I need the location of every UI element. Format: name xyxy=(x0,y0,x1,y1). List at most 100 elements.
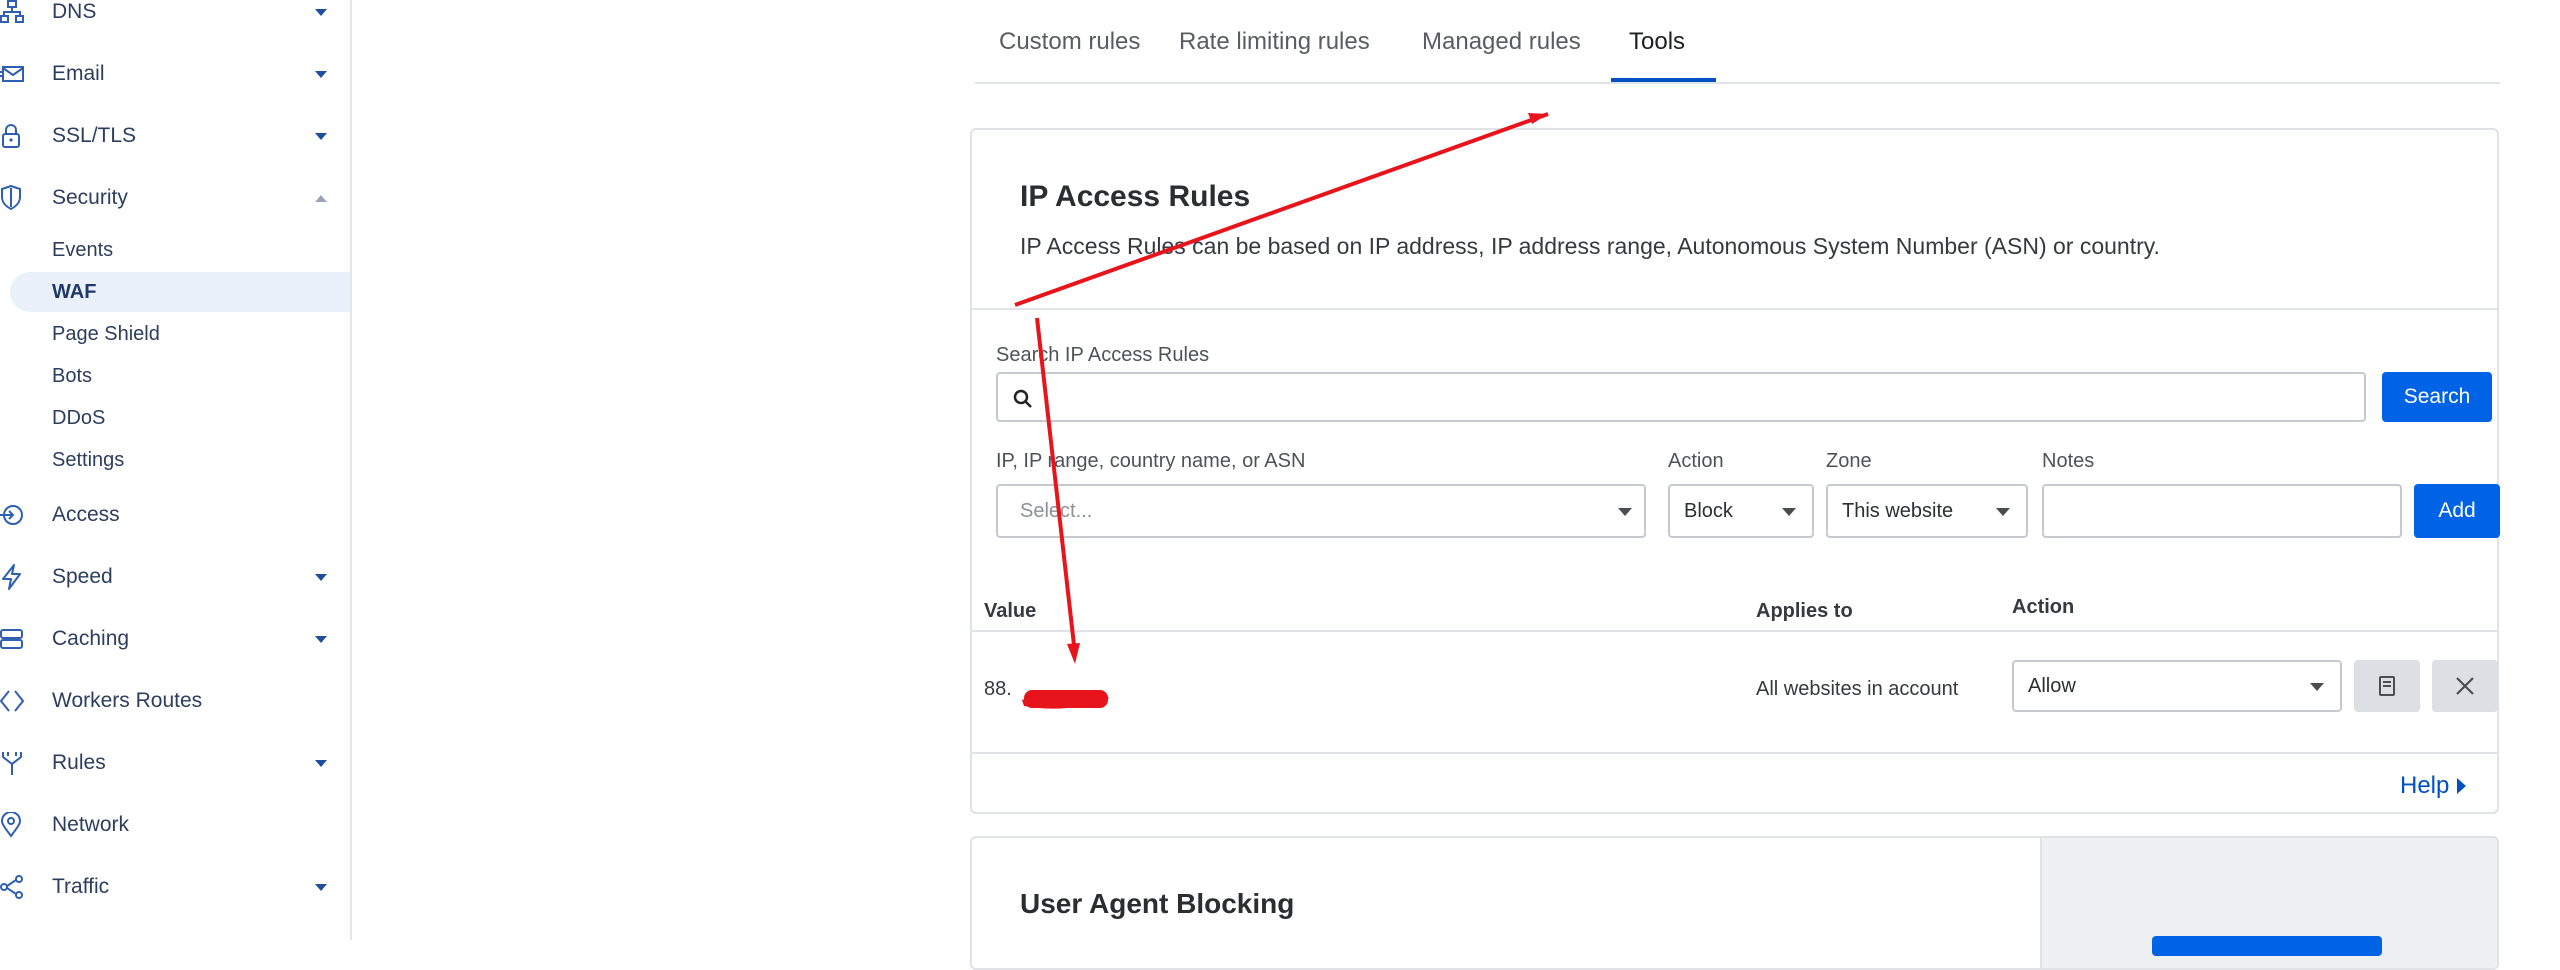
divider xyxy=(972,752,2497,754)
sidebar-subitem-label: Events xyxy=(52,238,114,261)
rules-icon xyxy=(0,750,24,776)
network-icon xyxy=(0,0,24,25)
sidebar-item-label: DNS xyxy=(52,0,97,23)
note-icon xyxy=(2379,676,2395,696)
sidebar-item-label: Workers Routes xyxy=(52,689,203,712)
sidebar-item-label: Network xyxy=(52,813,130,836)
sidebar-item-ssl-tls[interactable]: SSL/TLS xyxy=(0,106,350,166)
sidebar-subitem-label: WAF xyxy=(52,280,97,303)
add-button[interactable]: Add xyxy=(2414,484,2500,538)
sidebar-item-label: Traffic xyxy=(52,875,110,898)
sidebar-item-email[interactable]: Email xyxy=(0,44,350,104)
action-select-value: Block xyxy=(1684,500,1733,522)
search-label: Search IP Access Rules xyxy=(996,344,1210,366)
tab-tools[interactable]: Tools xyxy=(1629,28,1685,56)
waf-tabs: Custom rules Rate limiting rules Managed… xyxy=(975,0,2500,84)
divider xyxy=(972,630,2497,632)
caret-right-icon xyxy=(2457,778,2467,794)
tab-custom-rules[interactable]: Custom rules xyxy=(999,28,1140,56)
sidebar-subitem-page-shield[interactable]: Page Shield xyxy=(0,314,350,354)
chevron-down-icon xyxy=(315,132,327,140)
sidebar-subitem-ddos[interactable]: DDoS xyxy=(0,398,350,438)
chevron-down-icon xyxy=(2310,683,2324,691)
action-select[interactable]: Block xyxy=(1668,484,1814,538)
zone-select-value: This website xyxy=(1842,500,1954,522)
sidebar-item-security[interactable]: Security xyxy=(0,168,350,228)
sidebar-subitem-events[interactable]: Events xyxy=(0,230,350,270)
sidebar-item-label: Security xyxy=(52,186,128,209)
value-select[interactable]: Select... xyxy=(996,484,1646,538)
notes-field-label: Notes xyxy=(2042,450,2095,472)
chevron-up-icon xyxy=(315,194,327,202)
chevron-down-icon xyxy=(1782,508,1796,516)
sidebar-subitem-label: Bots xyxy=(52,364,93,387)
sidebar-item-label: Rules xyxy=(52,751,106,774)
chevron-down-icon xyxy=(315,70,327,78)
card-side-panel xyxy=(2040,838,2497,968)
sidebar-item-dns[interactable]: DNS xyxy=(0,0,350,42)
rule-value-text: 88. xyxy=(984,678,1012,700)
create-blocking-rule-button[interactable] xyxy=(2152,936,2382,956)
search-button[interactable]: Search xyxy=(2382,372,2492,422)
sidebar-item-rules[interactable]: Rules xyxy=(0,733,350,793)
column-header-value: Value xyxy=(984,600,1037,622)
card-title: IP Access Rules xyxy=(1020,180,1251,213)
column-header-action: Action xyxy=(2012,596,2075,618)
sidebar-item-label: Access xyxy=(52,503,120,526)
search-icon xyxy=(1013,389,1032,408)
rule-action-select[interactable]: Allow xyxy=(2012,660,2342,712)
sidebar-subitem-label: DDoS xyxy=(52,406,106,429)
traffic-icon xyxy=(0,874,24,900)
help-link[interactable]: Help xyxy=(2400,772,2467,800)
value-field-label: IP, IP range, country name, or ASN xyxy=(996,450,1306,472)
sidebar-item-workers-routes[interactable]: Workers Routes xyxy=(0,671,350,731)
column-header-applies-to: Applies to xyxy=(1756,600,1853,622)
user-agent-blocking-card: User Agent Blocking xyxy=(970,836,2499,970)
close-icon xyxy=(2456,677,2474,695)
sidebar-item-caching[interactable]: Caching xyxy=(0,609,350,669)
sidebar-item-access[interactable]: Access xyxy=(0,485,350,545)
chevron-down-icon xyxy=(315,635,327,643)
lightning-icon xyxy=(0,564,24,590)
tab-rate-limiting-rules[interactable]: Rate limiting rules xyxy=(1179,28,1370,56)
workers-icon xyxy=(0,688,24,714)
rule-action-value: Allow xyxy=(2028,675,2076,697)
rule-value: 88. xyxy=(984,678,1012,701)
access-icon xyxy=(0,502,24,528)
sidebar-item-speed[interactable]: Speed xyxy=(0,547,350,607)
sidebar-item-label: Caching xyxy=(52,627,130,650)
delete-rule-button[interactable] xyxy=(2432,660,2498,712)
annotation-arrowhead xyxy=(1528,113,1548,124)
sidebar-item-label: SSL/TLS xyxy=(52,124,137,147)
sidebar-subitem-label: Settings xyxy=(52,448,125,471)
active-tab-indicator xyxy=(1611,78,1716,82)
sidebar-subitem-label: Page Shield xyxy=(52,322,160,345)
shield-icon xyxy=(0,185,24,211)
search-input[interactable] xyxy=(996,372,2366,422)
chevron-down-icon xyxy=(1618,508,1632,516)
divider xyxy=(972,308,2497,310)
save-note-button[interactable] xyxy=(2354,660,2420,712)
chevron-down-icon xyxy=(315,883,327,891)
tab-managed-rules[interactable]: Managed rules xyxy=(1422,28,1581,56)
zone-field-label: Zone xyxy=(1826,450,1872,472)
action-field-label: Action xyxy=(1668,450,1724,472)
chevron-down-icon xyxy=(1996,508,2010,516)
envelope-icon xyxy=(0,61,24,87)
server-icon xyxy=(0,626,24,652)
chevron-down-icon xyxy=(315,573,327,581)
notes-input[interactable] xyxy=(2042,484,2402,538)
sidebar-item-traffic[interactable]: Traffic xyxy=(0,857,350,917)
sidebar: DNS Email SSL/TLS Security Events WAF Pa… xyxy=(0,0,352,940)
rule-applies-to: All websites in account xyxy=(1756,678,1959,700)
sidebar-item-network[interactable]: Network xyxy=(0,795,350,855)
sidebar-item-label: Email xyxy=(52,62,105,85)
zone-select[interactable]: This website xyxy=(1826,484,2028,538)
lock-icon xyxy=(0,123,24,149)
sidebar-subitem-bots[interactable]: Bots xyxy=(0,356,350,396)
chevron-down-icon xyxy=(315,8,327,16)
sidebar-subitem-waf[interactable]: WAF xyxy=(10,272,350,312)
sidebar-subitem-settings[interactable]: Settings xyxy=(0,440,350,480)
card-description: IP Access Rules can be based on IP addre… xyxy=(1020,233,2160,259)
help-link-label: Help xyxy=(2400,772,2450,799)
